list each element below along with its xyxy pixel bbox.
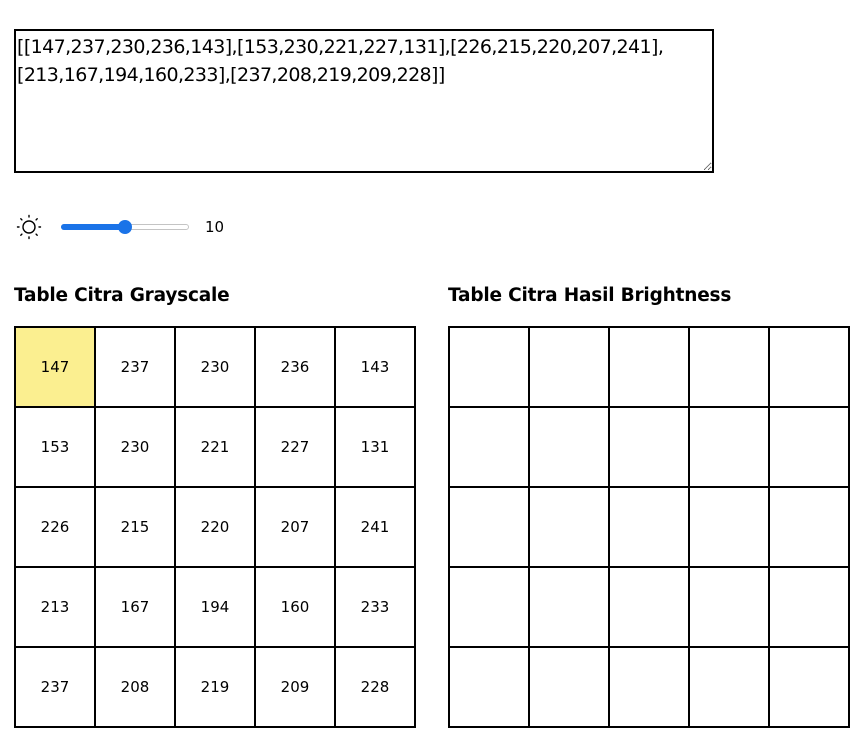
table-cell[interactable]: 209: [254, 646, 336, 728]
table-row: 226 215 220 207 241: [14, 486, 416, 568]
table-cell[interactable]: 236: [254, 326, 336, 408]
result-table: [448, 326, 850, 728]
table-cell[interactable]: [688, 326, 770, 408]
table-cell[interactable]: [768, 566, 850, 648]
table-cell[interactable]: [768, 486, 850, 568]
table-cell[interactable]: [688, 566, 770, 648]
table-row: [448, 646, 850, 728]
table-cell[interactable]: [528, 326, 610, 408]
table-row: 147 237 230 236 143: [14, 326, 416, 408]
table-cell[interactable]: [688, 486, 770, 568]
table-cell[interactable]: 237: [14, 646, 96, 728]
table-cell[interactable]: [448, 566, 530, 648]
table-row: [448, 566, 850, 648]
table-cell[interactable]: [688, 646, 770, 728]
table-cell[interactable]: 230: [94, 406, 176, 488]
table-row: [448, 326, 850, 408]
table-cell[interactable]: 143: [334, 326, 416, 408]
sun-icon: [16, 214, 42, 240]
slider-fill: [61, 224, 125, 230]
brightness-control: 10: [16, 212, 224, 242]
page: 10 Table Citra Grayscale 147237230236143…: [0, 0, 861, 740]
table-cell[interactable]: [528, 646, 610, 728]
brightness-slider[interactable]: [61, 217, 189, 237]
brightness-value: 10: [205, 218, 225, 236]
table-cell[interactable]: [528, 566, 610, 648]
table-cell[interactable]: 227: [254, 406, 336, 488]
table-row: 213 167 194 160 233: [14, 566, 416, 648]
table-cell[interactable]: [608, 406, 690, 488]
table-cell[interactable]: [528, 486, 610, 568]
table-cell[interactable]: [608, 326, 690, 408]
result-table-title: Table Citra Hasil Brightness: [448, 285, 732, 306]
table-cell[interactable]: 147: [14, 326, 96, 408]
table-cell[interactable]: 221: [174, 406, 256, 488]
table-cell[interactable]: 215: [94, 486, 176, 568]
table-cell[interactable]: [448, 406, 530, 488]
table-cell[interactable]: [448, 486, 530, 568]
table-cell[interactable]: 207: [254, 486, 336, 568]
table-cell[interactable]: 237: [94, 326, 176, 408]
table-cell[interactable]: 208: [94, 646, 176, 728]
table-cell[interactable]: [448, 646, 530, 728]
table-cell[interactable]: 228: [334, 646, 416, 728]
table-cell[interactable]: 219: [174, 646, 256, 728]
table-cell[interactable]: 230: [174, 326, 256, 408]
grayscale-table: 147 237 230 236 143 153 230 221 227 131 226 215 220 2…: [14, 326, 416, 728]
table-cell[interactable]: 167: [94, 566, 176, 648]
table-cell[interactable]: [768, 646, 850, 728]
table-cell[interactable]: [768, 406, 850, 488]
table-cell[interactable]: [608, 486, 690, 568]
table-cell[interactable]: [448, 326, 530, 408]
matrix-input[interactable]: [14, 29, 714, 173]
table-row: [448, 486, 850, 568]
table-cell[interactable]: [608, 646, 690, 728]
table-cell[interactable]: 153: [14, 406, 96, 488]
table-cell[interactable]: 131: [334, 406, 416, 488]
table-row: 237 208 219 209 228: [14, 646, 416, 728]
table-row: 153 230 221 227 131: [14, 406, 416, 488]
table-cell[interactable]: [688, 406, 770, 488]
table-cell[interactable]: 194: [174, 566, 256, 648]
slider-thumb[interactable]: [118, 220, 132, 234]
table-cell[interactable]: [528, 406, 610, 488]
table-cell[interactable]: 241: [334, 486, 416, 568]
grayscale-table-title: Table Citra Grayscale: [14, 285, 230, 306]
table-cell[interactable]: [608, 566, 690, 648]
table-cell[interactable]: 213: [14, 566, 96, 648]
table-cell[interactable]: 233: [334, 566, 416, 648]
table-cell[interactable]: 226: [14, 486, 96, 568]
table-cell[interactable]: 220: [174, 486, 256, 568]
table-cell[interactable]: [768, 326, 850, 408]
table-row: [448, 406, 850, 488]
table-cell[interactable]: 160: [254, 566, 336, 648]
